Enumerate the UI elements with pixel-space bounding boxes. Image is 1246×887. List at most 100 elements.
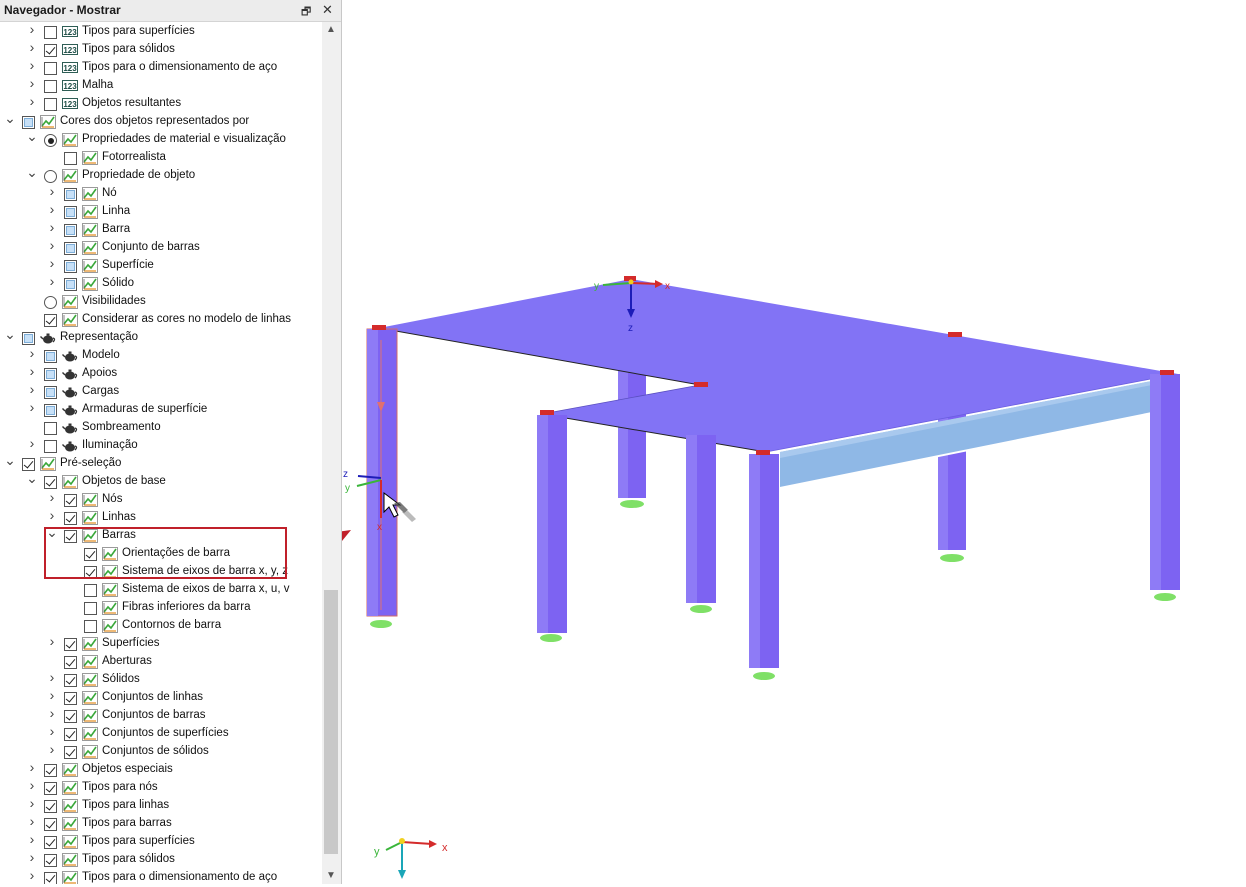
checkbox[interactable] [84, 584, 97, 597]
radio-button[interactable] [44, 296, 57, 309]
tree-item[interactable]: › Superfície [0, 256, 322, 275]
tree-item[interactable]: ⌄ Propriedades de material e visualização [0, 129, 322, 149]
tree-item[interactable]: › 123 Objetos resultantes [0, 94, 322, 113]
tree-item[interactable]: › Sólidos [0, 670, 322, 689]
chevron-right-icon[interactable]: › [46, 256, 58, 270]
tree-item[interactable]: › Sólido [0, 274, 322, 293]
tree-item[interactable]: ⌄ Representação [0, 327, 322, 347]
checkbox[interactable] [64, 206, 77, 219]
checkbox[interactable] [64, 494, 77, 507]
tree-item[interactable]: Considerar as cores no modelo de linhas [0, 311, 322, 329]
checkbox[interactable] [44, 440, 57, 453]
checkbox[interactable] [64, 728, 77, 741]
checkbox[interactable] [44, 476, 57, 489]
checkbox[interactable] [44, 80, 57, 93]
chevron-right-icon[interactable]: › [26, 364, 38, 378]
tree-item[interactable]: › Cargas [0, 382, 322, 401]
checkbox[interactable] [44, 872, 57, 884]
tree-item[interactable]: Sistema de eixos de barra x, u, v [0, 581, 322, 599]
tree-item[interactable]: › Modelo [0, 346, 322, 365]
checkbox[interactable] [64, 188, 77, 201]
chevron-down-icon[interactable]: ⌄ [4, 327, 16, 341]
scroll-down-icon[interactable]: ▼ [326, 870, 336, 881]
chevron-right-icon[interactable]: › [46, 706, 58, 720]
chevron-right-icon[interactable]: › [46, 688, 58, 702]
checkbox[interactable] [64, 512, 77, 525]
tree-item[interactable]: › Tipos para sólidos [0, 850, 322, 869]
chevron-right-icon[interactable]: › [26, 22, 38, 36]
chevron-right-icon[interactable]: › [26, 832, 38, 846]
model-view[interactable]: x y z z y x x y [286, 0, 1246, 884]
chevron-right-icon[interactable]: › [46, 670, 58, 684]
checkbox[interactable] [44, 818, 57, 831]
checkbox[interactable] [44, 764, 57, 777]
tree-item[interactable]: › 123 Tipos para superfícies [0, 22, 322, 41]
checkbox[interactable] [84, 602, 97, 615]
chevron-right-icon[interactable]: › [26, 868, 38, 882]
chevron-right-icon[interactable]: › [26, 814, 38, 828]
scrollbar-thumb[interactable] [324, 590, 338, 854]
checkbox[interactable] [64, 224, 77, 237]
checkbox[interactable] [44, 422, 57, 435]
tree-item[interactable]: › Nó [0, 184, 322, 203]
tree-item[interactable]: › Barra [0, 220, 322, 239]
chevron-down-icon[interactable]: ⌄ [4, 453, 16, 467]
checkbox[interactable] [64, 260, 77, 273]
checkbox[interactable] [44, 386, 57, 399]
chevron-down-icon[interactable]: ⌄ [4, 111, 16, 125]
tree-item[interactable]: › Iluminação [0, 436, 322, 455]
chevron-down-icon[interactable]: ⌄ [26, 471, 38, 485]
chevron-right-icon[interactable]: › [46, 508, 58, 522]
checkbox[interactable] [44, 26, 57, 39]
checkbox[interactable] [44, 854, 57, 867]
tree-item[interactable]: ⌄ Cores dos objetos representados por [0, 111, 322, 131]
tree-item[interactable]: › Conjuntos de barras [0, 706, 322, 725]
tree-item[interactable]: › Tipos para nós [0, 778, 322, 797]
checkbox[interactable] [64, 242, 77, 255]
checkbox[interactable] [64, 674, 77, 687]
checkbox[interactable] [64, 692, 77, 705]
tree-item[interactable]: › Linha [0, 202, 322, 221]
radio-button[interactable] [44, 134, 57, 147]
chevron-right-icon[interactable]: › [26, 40, 38, 54]
checkbox[interactable] [44, 62, 57, 75]
chevron-right-icon[interactable]: › [46, 274, 58, 288]
checkbox[interactable] [84, 620, 97, 633]
chevron-down-icon[interactable]: ⌄ [26, 129, 38, 143]
chevron-right-icon[interactable]: › [26, 346, 38, 360]
tree-item[interactable]: Fotorrealista [0, 149, 322, 167]
chevron-right-icon[interactable]: › [26, 436, 38, 450]
chevron-right-icon[interactable]: › [26, 850, 38, 864]
tree-item[interactable]: › 123 Tipos para o dimensionamento de aço [0, 58, 322, 77]
checkbox[interactable] [44, 404, 57, 417]
checkbox[interactable] [64, 278, 77, 291]
checkbox[interactable] [44, 98, 57, 111]
checkbox[interactable] [64, 152, 77, 165]
tree-item[interactable]: › Conjunto de barras [0, 238, 322, 257]
checkbox[interactable] [64, 656, 77, 669]
chevron-right-icon[interactable]: › [46, 202, 58, 216]
checkbox[interactable] [44, 368, 57, 381]
checkbox[interactable] [44, 800, 57, 813]
chevron-right-icon[interactable]: › [46, 742, 58, 756]
tree-item[interactable]: Visibilidades [0, 293, 322, 311]
chevron-right-icon[interactable]: › [26, 400, 38, 414]
vertical-scrollbar[interactable]: ▲ ▼ [322, 22, 341, 884]
checkbox[interactable] [64, 710, 77, 723]
tree-item[interactable]: › Conjuntos de superfícies [0, 724, 322, 743]
tree-item[interactable]: › 123 Malha [0, 76, 322, 95]
chevron-right-icon[interactable]: › [26, 382, 38, 396]
chevron-right-icon[interactable]: › [26, 796, 38, 810]
tree-item[interactable]: › Tipos para superfícies [0, 832, 322, 851]
chevron-right-icon[interactable]: › [26, 778, 38, 792]
checkbox[interactable] [44, 314, 57, 327]
checkbox[interactable] [64, 746, 77, 759]
tree-item[interactable]: Aberturas [0, 653, 322, 671]
tree-item[interactable]: › Objetos especiais [0, 760, 322, 779]
close-icon[interactable]: ✕ [322, 2, 333, 18]
tree-item[interactable]: ⌄ Propriedade de objeto [0, 165, 322, 185]
checkbox[interactable] [44, 44, 57, 57]
tree-item[interactable]: › Nós [0, 490, 322, 509]
chevron-right-icon[interactable]: › [46, 634, 58, 648]
chevron-right-icon[interactable]: › [46, 220, 58, 234]
